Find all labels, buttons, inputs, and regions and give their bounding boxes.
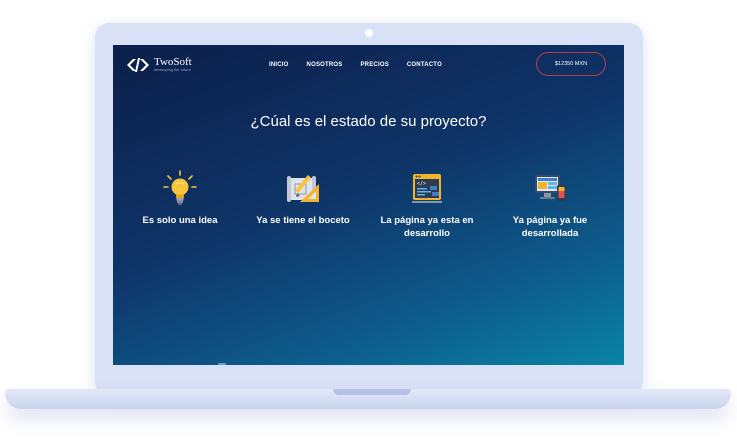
option-developed-label: Ya página ya fue desarrollada bbox=[512, 215, 588, 239]
option-sketch-label: Ya se tiene el boceto bbox=[256, 215, 350, 226]
laptop-base-notch bbox=[333, 389, 411, 395]
scroll-indicator bbox=[218, 363, 226, 365]
option-in-development[interactable]: </> La página ya esta en desarrollo bbox=[367, 170, 487, 240]
option-developed[interactable]: Ya página ya fue desarrollada bbox=[490, 170, 610, 240]
camera-dot bbox=[365, 29, 373, 37]
lightbulb-icon bbox=[163, 170, 197, 205]
option-idea[interactable]: Es solo una idea bbox=[120, 170, 240, 227]
nav-item-precios[interactable]: PRECIOS bbox=[360, 62, 388, 68]
code-window-icon: </> bbox=[412, 174, 442, 203]
option-sketch[interactable]: Ya se tiene el boceto bbox=[243, 170, 363, 227]
laptop-lid: TwoSoft developing the future INICIO NOS… bbox=[95, 23, 643, 395]
project-status-options: Es solo una idea Ya se tiene el boceto <… bbox=[113, 170, 624, 260]
sketch-icon bbox=[287, 175, 319, 202]
nav-item-contacto[interactable]: CONTACTO bbox=[407, 62, 442, 68]
nav-item-nosotros[interactable]: NOSOTROS bbox=[307, 62, 343, 68]
svg-text:</>: </> bbox=[417, 181, 426, 187]
laptop-screen: TwoSoft developing the future INICIO NOS… bbox=[113, 45, 624, 365]
nav-item-inicio[interactable]: INICIO bbox=[269, 62, 289, 68]
laptop-base bbox=[5, 389, 731, 409]
brand-logo[interactable]: TwoSoft developing the future bbox=[125, 57, 192, 73]
main-nav: INICIO NOSOTROS PRECIOS CONTACTO bbox=[269, 62, 442, 68]
brand-tagline: developing the future bbox=[154, 68, 191, 73]
code-brackets-icon bbox=[127, 58, 149, 72]
page-title: ¿Cúal es el estado de su proyecto? bbox=[250, 113, 487, 130]
brand-name: TwoSoft bbox=[154, 56, 192, 69]
price-button[interactable]: $12350 MXN bbox=[536, 52, 606, 76]
option-idea-label: Es solo una idea bbox=[142, 215, 218, 226]
option-in-development-label: La página ya esta en desarrollo bbox=[380, 215, 474, 239]
devices-icon bbox=[535, 175, 566, 201]
